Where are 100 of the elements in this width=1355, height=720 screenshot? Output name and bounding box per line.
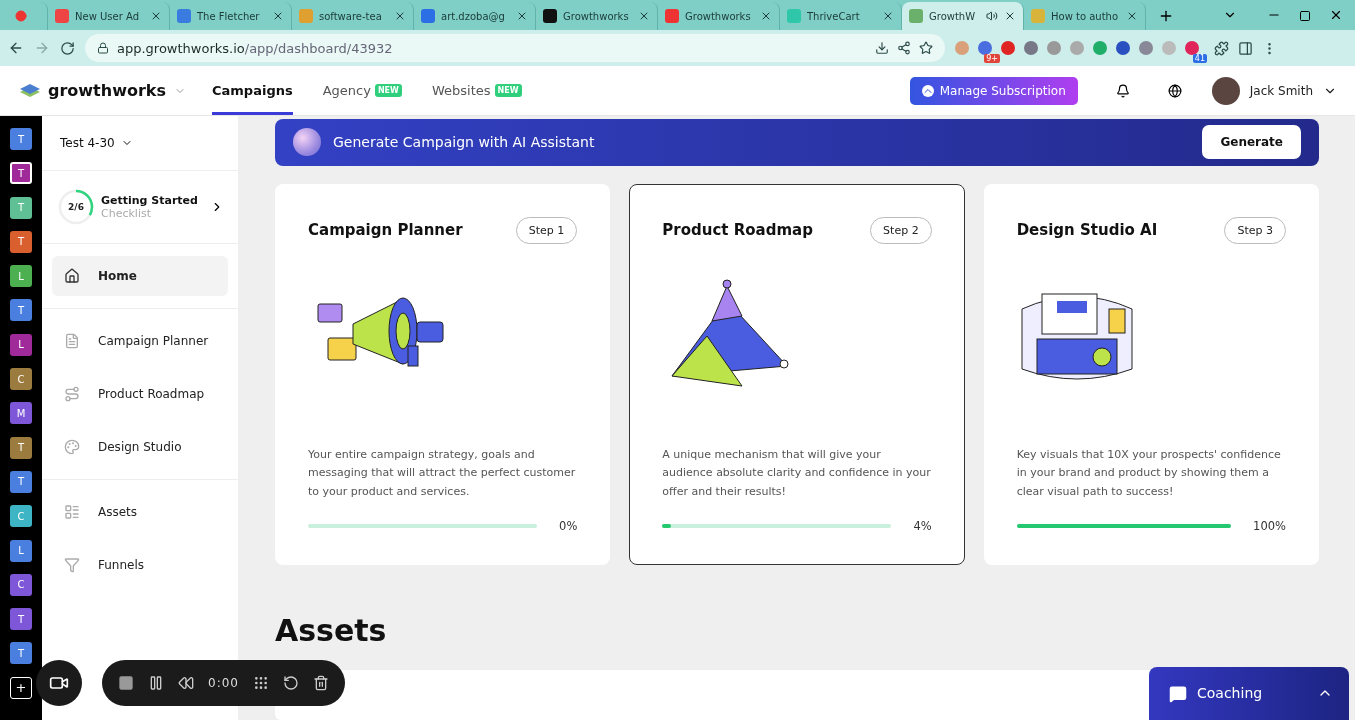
address-bar[interactable]: app.growthworks.io/app/dashboard/43932 [85, 34, 945, 62]
sidebar-item[interactable]: Product Roadmap [52, 374, 228, 414]
card-description: A unique mechanism that will give your audience absolute clarity and confidence in your offer and their results! [662, 446, 932, 500]
progress-percent: 100% [1253, 519, 1286, 534]
grid-button[interactable] [252, 675, 269, 691]
step-card[interactable]: Product Roadmap Step 2 A unique mechanism that will give your audience absolute clarity and confidence in your offer and their results! 4% [629, 183, 965, 565]
card-title: Product Roadmap [662, 221, 813, 240]
grid-icon [252, 675, 269, 691]
close-icon[interactable] [760, 10, 772, 22]
home-icon [64, 268, 80, 284]
close-icon[interactable] [882, 10, 894, 22]
workspace-button[interactable]: T [10, 608, 32, 631]
orb-icon [293, 128, 321, 157]
stop-button[interactable] [118, 675, 134, 691]
delete-button[interactable] [312, 675, 329, 691]
sidebar-item[interactable]: Funnels [52, 545, 228, 585]
delete-icon [312, 675, 329, 691]
funnel-icon [64, 557, 80, 573]
pause-button[interactable] [148, 675, 164, 691]
palette-icon [64, 439, 80, 455]
bookmark-icon[interactable] [919, 41, 933, 55]
section-heading: Assets [275, 612, 388, 648]
checklist-subtitle: Checklist [101, 207, 152, 220]
generate-button[interactable]: Generate [1202, 125, 1301, 160]
workspace-button[interactable]: C [10, 573, 32, 596]
workspace-button[interactable]: T [10, 470, 32, 493]
maximize-icon[interactable] [1299, 10, 1311, 22]
reload-icon[interactable] [60, 40, 75, 56]
brand-name: growthworks [48, 81, 166, 100]
record-icon [15, 10, 27, 22]
workspace-button[interactable]: L [10, 333, 32, 356]
install-icon[interactable] [875, 41, 889, 55]
favicon-icon [909, 9, 923, 23]
workspace-button[interactable]: L [10, 539, 32, 562]
recording-time: 0:00 [208, 676, 239, 690]
new-badge: NEW [374, 84, 402, 97]
back-icon[interactable] [8, 40, 24, 56]
workspace-button[interactable]: C [10, 368, 32, 391]
workspace-button[interactable]: M [10, 402, 32, 425]
nav-tab[interactable]: Agency NEW [322, 66, 402, 115]
close-icon[interactable] [394, 10, 406, 22]
close-icon[interactable] [1126, 10, 1138, 22]
workspace-button[interactable]: T [10, 436, 32, 459]
close-icon[interactable] [1004, 10, 1016, 22]
workspace-select[interactable]: Test 4-30 [42, 116, 238, 170]
workspace-button[interactable]: T [10, 642, 32, 665]
close-icon[interactable] [150, 10, 162, 22]
checklist-title: Getting Started [101, 194, 199, 207]
notification-badge: 9+ [984, 54, 1000, 63]
close-icon[interactable] [516, 10, 528, 22]
progress-ring [58, 189, 94, 225]
workspace-button[interactable]: T [10, 162, 32, 185]
extension-icon[interactable] [978, 41, 992, 55]
url-text: app.growthworks.io/app/dashboard/43932 [117, 40, 393, 56]
extension-icon[interactable] [1001, 41, 1015, 55]
favicon-icon [299, 9, 313, 23]
undo-button[interactable] [282, 675, 299, 691]
close-icon[interactable] [272, 10, 284, 22]
assets-icon [64, 504, 80, 520]
checklist-count: 2/6 [68, 202, 84, 212]
close-icon[interactable] [1329, 8, 1343, 22]
extension-icon[interactable] [1139, 41, 1153, 55]
user-name[interactable]: Jack Smith [1249, 83, 1313, 98]
favicon-icon [787, 9, 801, 23]
chat-icon [1169, 685, 1187, 703]
extensions-icon[interactable] [1214, 40, 1229, 56]
favicon-icon [177, 9, 191, 23]
lock-icon [97, 42, 109, 54]
avatar[interactable] [1211, 76, 1240, 105]
share-icon[interactable] [897, 41, 911, 55]
sidebar-item[interactable]: Design Studio [52, 427, 228, 467]
sidebar-item[interactable]: Campaign Planner [52, 321, 228, 361]
workspace-button[interactable]: T [10, 230, 32, 253]
step-card[interactable]: Design Studio AI Step 3 Key visuals that 10X your prospects' confidence in your brand and product by showing them a clear visual path to success! 100% [983, 183, 1319, 565]
workspace-button[interactable]: T [10, 299, 32, 322]
globe-icon[interactable] [1167, 83, 1182, 98]
coaching-button[interactable]: Coaching [1149, 667, 1349, 720]
side-panel-icon[interactable] [1238, 40, 1253, 56]
nav-tab[interactable]: Websites NEW [431, 66, 522, 115]
browser-tab[interactable]: GrowthW [902, 2, 1024, 30]
rewind-button[interactable] [178, 675, 194, 691]
bell-icon[interactable] [1115, 83, 1130, 98]
manage-subscription-button[interactable]: Manage Subscription [909, 76, 1078, 105]
sidebar-item[interactable]: Assets [52, 492, 228, 532]
step-card[interactable]: Campaign Planner Step 1 Your entire campaign strategy, goals and messaging that will attract the perfect customer to your product and services. 0% [275, 183, 611, 565]
extension-icon[interactable] [1116, 41, 1130, 55]
workspace-button[interactable]: T [10, 128, 32, 150]
undo-icon [282, 675, 299, 691]
new-tab-icon[interactable] [1158, 8, 1174, 24]
checklist-card[interactable]: 2/6 Getting Started Checklist [42, 171, 238, 243]
route-icon [64, 386, 80, 402]
sidebar-item[interactable]: Home [52, 256, 228, 296]
progress-percent: 4% [913, 519, 932, 534]
close-icon[interactable] [638, 10, 650, 22]
add-workspace-button[interactable]: + [10, 676, 32, 699]
card-title: Design Studio AI [1016, 221, 1158, 240]
extension-icon[interactable] [1024, 41, 1038, 55]
progress-percent: 0% [559, 519, 578, 534]
speaker-icon [986, 10, 998, 22]
extension-icon[interactable] [1185, 41, 1199, 55]
